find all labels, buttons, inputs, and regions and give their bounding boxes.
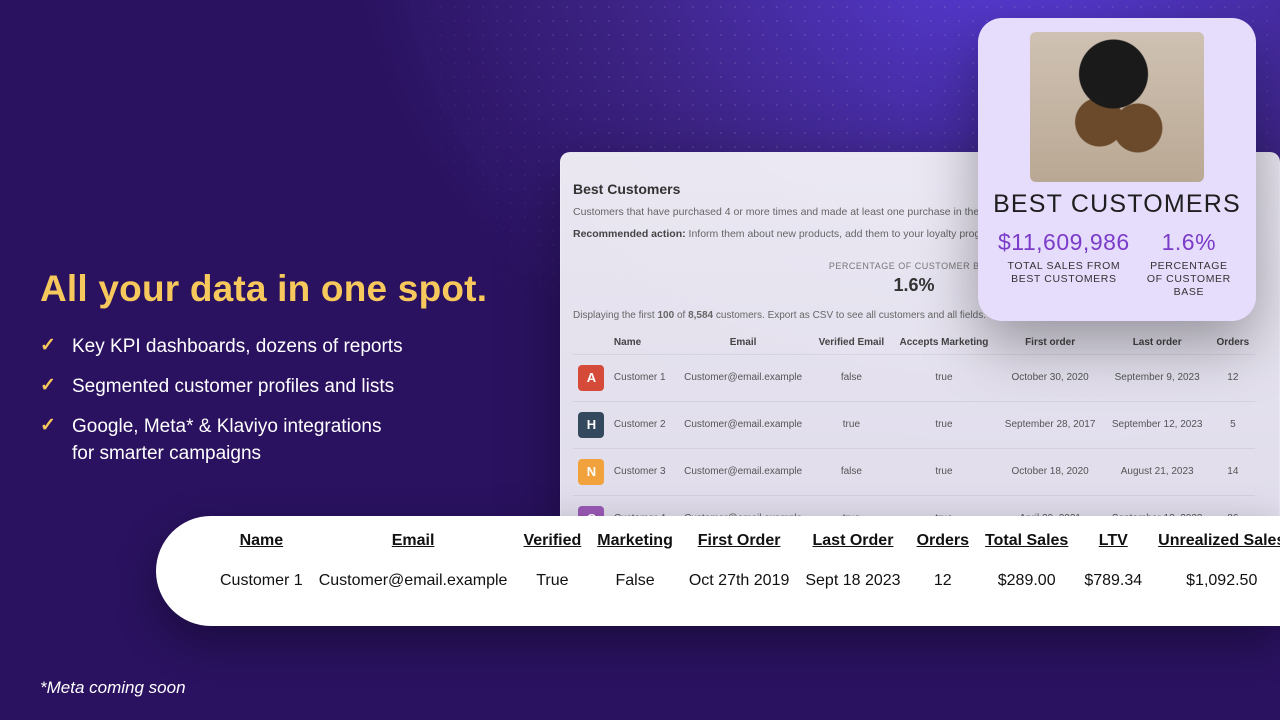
- cell-marketing: true: [891, 354, 996, 401]
- bullet-2: ✓ Segmented customer profiles and lists: [40, 374, 403, 400]
- cell-orders: 12: [909, 560, 977, 602]
- col-verified: Verified Email: [811, 331, 891, 355]
- hint-mid: of: [674, 310, 688, 321]
- customer-row-highlight: Name Email Verified Marketing First Orde…: [156, 516, 1280, 626]
- cell-verified: true: [811, 401, 891, 448]
- cell-name: Customer 1: [212, 560, 311, 602]
- col-last-order: Last order: [1104, 331, 1211, 355]
- cell-name: Customer 1: [610, 354, 675, 401]
- cell-orders: 5: [1211, 401, 1255, 448]
- cell-orders: 14: [1211, 448, 1255, 495]
- bar-col-marketing: Marketing: [589, 528, 681, 560]
- cell-total-sales: $289.00: [977, 560, 1076, 602]
- card-title: Best Customers: [992, 190, 1242, 219]
- bar-col-orders: Orders: [909, 528, 977, 560]
- cell-last: September 12, 2023: [1104, 401, 1211, 448]
- card-metric-sales: $11,609,986 Total Sales from Best Custom…: [998, 229, 1130, 299]
- table-row[interactable]: ACustomer 1Customer@email.examplefalsetr…: [573, 354, 1255, 401]
- cell-first: September 28, 2017: [997, 401, 1104, 448]
- cell-verified: false: [811, 448, 891, 495]
- col-marketing: Accepts Marketing: [891, 331, 996, 355]
- cell-ltv: $789.34: [1076, 560, 1150, 602]
- bullet-2-text: Segmented customer profiles and lists: [72, 374, 394, 400]
- feature-bullets: ✓ Key KPI dashboards, dozens of reports ✓…: [40, 334, 403, 481]
- bar-col-unrealized: Unrealized Sales: [1150, 528, 1280, 560]
- cell-name: Customer 3: [610, 448, 675, 495]
- customer-photo: [1030, 32, 1204, 182]
- panel-table-header-row: Name Email Verified Email Accepts Market…: [573, 331, 1255, 355]
- cell-orders: 12: [1211, 354, 1255, 401]
- cell-marketing: true: [891, 401, 996, 448]
- bar-col-first: First Order: [681, 528, 798, 560]
- footnote: *Meta coming soon: [40, 678, 186, 698]
- cell-verified: True: [515, 560, 589, 602]
- bar-data-row: Customer 1 Customer@email.example True F…: [212, 560, 1280, 602]
- bar-col-verified: Verified: [515, 528, 589, 560]
- cell-first: October 18, 2020: [997, 448, 1104, 495]
- cell-last: August 21, 2023: [1104, 448, 1211, 495]
- table-row[interactable]: HCustomer 2Customer@email.exampletruetru…: [573, 401, 1255, 448]
- hint-total: 8,584: [688, 310, 713, 321]
- bar-header-row: Name Email Verified Marketing First Orde…: [212, 528, 1280, 560]
- bar-col-ltv: LTV: [1076, 528, 1150, 560]
- col-name: Name: [610, 331, 675, 355]
- check-icon: ✓: [40, 414, 58, 439]
- panel-table: Name Email Verified Email Accepts Market…: [573, 331, 1255, 533]
- col-orders: Orders: [1211, 331, 1255, 355]
- panel-action-label: Recommended action:: [573, 228, 686, 240]
- bar-col-email: Email: [311, 528, 516, 560]
- avatar-tile: A: [578, 365, 604, 391]
- card-percent-label: Percentage of Customer Base: [1142, 260, 1236, 299]
- check-icon: ✓: [40, 374, 58, 399]
- col-first-order: First order: [997, 331, 1104, 355]
- card-sales-label: Total Sales from Best Customers: [998, 260, 1130, 286]
- col-avatar: [573, 331, 610, 355]
- cell-email: Customer@email.example: [675, 448, 812, 495]
- cell-first: Oct 27th 2019: [681, 560, 798, 602]
- table-row[interactable]: NCustomer 3Customer@email.examplefalsetr…: [573, 448, 1255, 495]
- cell-marketing: true: [891, 448, 996, 495]
- cell-last: September 9, 2023: [1104, 354, 1211, 401]
- card-percent-value: 1.6%: [1142, 229, 1236, 256]
- cell-email: Customer@email.example: [675, 401, 812, 448]
- col-email: Email: [675, 331, 812, 355]
- cell-unrealized: $1,092.50: [1150, 560, 1280, 602]
- cell-verified: false: [811, 354, 891, 401]
- best-customers-card: Best Customers $11,609,986 Total Sales f…: [978, 18, 1256, 321]
- bar-col-name: Name: [212, 528, 311, 560]
- bullet-1-text: Key KPI dashboards, dozens of reports: [72, 334, 403, 360]
- cell-email: Customer@email.example: [675, 354, 812, 401]
- avatar-tile: H: [578, 412, 604, 438]
- hint-count: 100: [657, 310, 674, 321]
- hint-suffix: customers. Export as CSV to see all cust…: [713, 310, 986, 321]
- check-icon: ✓: [40, 334, 58, 359]
- card-sales-value: $11,609,986: [998, 229, 1130, 256]
- card-metric-percent: 1.6% Percentage of Customer Base: [1142, 229, 1236, 299]
- headline: All your data in one spot.: [40, 268, 487, 310]
- cell-email: Customer@email.example: [311, 560, 516, 602]
- bullet-1: ✓ Key KPI dashboards, dozens of reports: [40, 334, 403, 360]
- bar-col-total-sales: Total Sales: [977, 528, 1076, 560]
- bar-col-last: Last Order: [797, 528, 908, 560]
- cell-name: Customer 2: [610, 401, 675, 448]
- avatar-tile: N: [578, 459, 604, 485]
- hint-prefix: Displaying the first: [573, 310, 657, 321]
- bullet-3-text: Google, Meta* & Klaviyo integrations for…: [72, 414, 381, 466]
- cell-last: Sept 18 2023: [797, 560, 908, 602]
- cell-first: October 30, 2020: [997, 354, 1104, 401]
- cell-marketing: False: [589, 560, 681, 602]
- bullet-3: ✓ Google, Meta* & Klaviyo integrations fo…: [40, 414, 403, 466]
